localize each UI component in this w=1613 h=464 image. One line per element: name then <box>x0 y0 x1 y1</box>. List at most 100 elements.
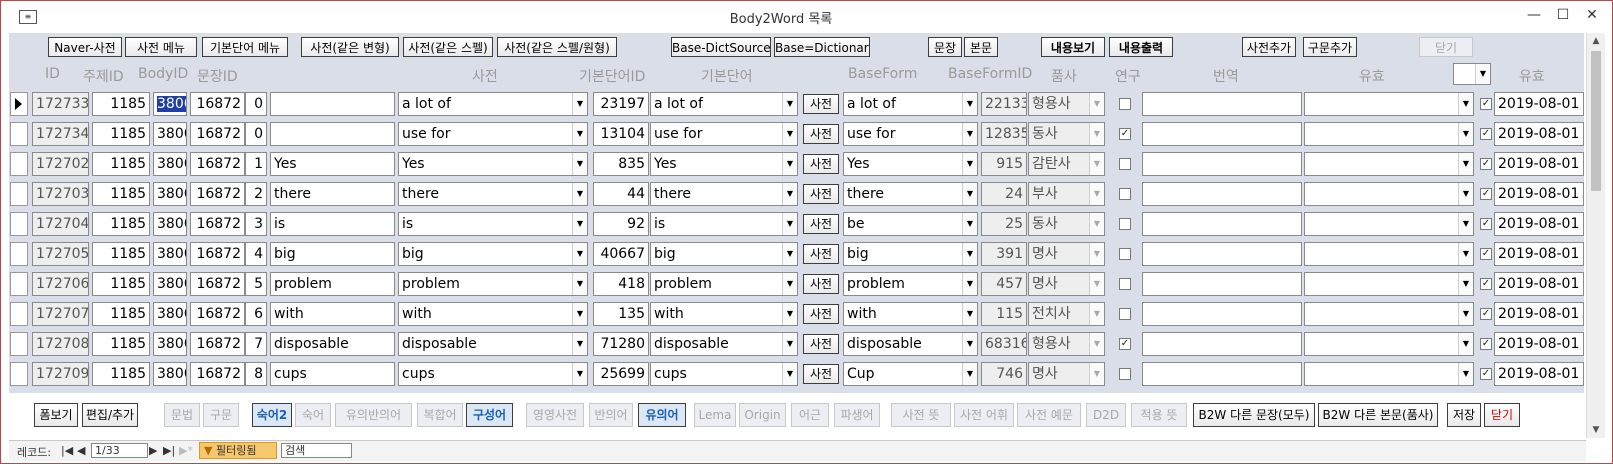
dropdown-arrow-icon[interactable]: ▼ <box>962 183 977 205</box>
topic-id-field[interactable]: 1185 <box>92 242 150 266</box>
scroll-thumb[interactable] <box>1591 51 1601 191</box>
body-id-field[interactable]: 3806 <box>153 302 187 326</box>
valid-checkbox[interactable]: ✓ <box>1480 368 1492 380</box>
study-checkbox[interactable] <box>1119 188 1131 200</box>
row-dict-button[interactable]: 사전 <box>803 94 839 114</box>
record-selector[interactable] <box>10 362 28 386</box>
word-index-field[interactable]: 2 <box>245 182 267 206</box>
dict-combo[interactable]: Yes ▼ <box>398 152 588 176</box>
dropdown-arrow-icon[interactable]: ▼ <box>1458 273 1473 295</box>
dict-same-spell-origin-button[interactable]: 사전(같은 스펠/원형) <box>497 37 617 57</box>
baseform-id-field[interactable]: 115 <box>981 302 1027 326</box>
topic-id-field[interactable]: 1185 <box>92 212 150 236</box>
filter-status[interactable]: ▼ 필터링됨 <box>199 442 277 459</box>
close-window-button[interactable]: ✕ <box>1581 5 1603 25</box>
antonym-button[interactable]: 반의어 <box>589 403 633 427</box>
minimize-button[interactable]: — <box>1523 5 1545 25</box>
record-selector[interactable] <box>10 182 28 206</box>
dropdown-arrow-icon[interactable]: ▼ <box>1089 153 1104 175</box>
study-checkbox[interactable] <box>1119 218 1131 230</box>
valid-combo[interactable]: ▼ <box>1304 272 1474 296</box>
valid-combo[interactable]: ▼ <box>1304 122 1474 146</box>
pos-combo[interactable]: 감탄사 ▼ <box>1028 152 1105 176</box>
dropdown-arrow-icon[interactable]: ▼ <box>1458 333 1473 355</box>
dropdown-arrow-icon[interactable]: ▼ <box>572 303 587 325</box>
dropdown-arrow-icon[interactable]: ▼ <box>962 153 977 175</box>
dict-add-button[interactable]: 사전추가 <box>1242 37 1296 57</box>
dict-example-button[interactable]: 사전 예문 <box>1017 403 1081 427</box>
base-word-combo[interactable]: use for ▼ <box>650 122 798 146</box>
baseform-id-field[interactable]: 22133 <box>981 92 1027 116</box>
study-checkbox[interactable] <box>1119 158 1131 170</box>
row-dict-button[interactable]: 사전 <box>803 364 839 384</box>
row-dict-button[interactable]: 사전 <box>803 334 839 354</box>
baseform-id-field[interactable]: 391 <box>981 242 1027 266</box>
dropdown-arrow-icon[interactable]: ▼ <box>1089 303 1104 325</box>
word-index-field[interactable]: 4 <box>245 242 267 266</box>
base-word-id-field[interactable]: 135 <box>593 302 649 326</box>
synonym-button[interactable]: 유의어 <box>638 403 686 427</box>
pos-combo[interactable]: 명사 ▼ <box>1028 362 1105 386</box>
root-button[interactable]: 어근 <box>791 403 829 427</box>
dropdown-arrow-icon[interactable]: ▼ <box>1458 213 1473 235</box>
save-button[interactable]: 저장 <box>1447 403 1481 427</box>
pos-combo[interactable]: 명사 ▼ <box>1028 242 1105 266</box>
id-field[interactable]: 172709 <box>32 362 89 386</box>
word-field[interactable]: with <box>270 302 395 326</box>
study-checkbox[interactable] <box>1119 308 1131 320</box>
sentence-id-field[interactable]: 16872 <box>190 212 245 236</box>
valid-combo[interactable]: ▼ <box>1304 302 1474 326</box>
base-word-combo[interactable]: with ▼ <box>650 302 798 326</box>
eng-eng-dict-button[interactable]: 영영사전 <box>526 403 584 427</box>
idiom2-button[interactable]: 숙어2 <box>252 403 292 427</box>
content-print-button[interactable]: 내용출력 <box>1109 37 1173 57</box>
pos-combo[interactable]: 형용사 ▼ <box>1028 92 1105 116</box>
baseform-id-field[interactable]: 746 <box>981 362 1027 386</box>
word-field[interactable] <box>270 92 395 116</box>
valid-combo[interactable]: ▼ <box>1304 92 1474 116</box>
word-field[interactable]: there <box>270 182 395 206</box>
baseform-combo[interactable]: with ▼ <box>843 302 978 326</box>
body-id-field[interactable]: 3806 <box>153 122 187 146</box>
phrase-add-button[interactable]: 구문추가 <box>1303 37 1357 57</box>
pos-combo[interactable]: 부사 ▼ <box>1028 182 1105 206</box>
dropdown-arrow-icon[interactable]: ▼ <box>572 363 587 385</box>
row-dict-button[interactable]: 사전 <box>803 154 839 174</box>
dict-combo[interactable]: disposable ▼ <box>398 332 588 356</box>
row-dict-button[interactable]: 사전 <box>803 184 839 204</box>
topic-id-field[interactable]: 1185 <box>92 332 150 356</box>
translation-field[interactable] <box>1142 152 1302 176</box>
vertical-scrollbar[interactable]: ▲ ▼ <box>1586 33 1605 438</box>
scroll-up-icon[interactable]: ▲ <box>1587 33 1605 49</box>
valid-combo[interactable]: ▼ <box>1304 152 1474 176</box>
applied-meaning-button[interactable]: 적용 뜻 <box>1131 403 1187 427</box>
base-word-menu-button[interactable]: 기본단어 메뉴 <box>202 37 288 57</box>
dropdown-arrow-icon[interactable]: ▼ <box>782 183 797 205</box>
base-word-id-field[interactable]: 418 <box>593 272 649 296</box>
dict-combo[interactable]: cups ▼ <box>398 362 588 386</box>
dropdown-arrow-icon[interactable]: ▼ <box>962 213 977 235</box>
valid-date-field[interactable]: 2019-08-01 <box>1494 152 1584 176</box>
valid-date-field[interactable]: 2019-08-01 <box>1494 122 1584 146</box>
base-dictsource-button[interactable]: Base-DictSource <box>671 37 771 57</box>
dropdown-arrow-icon[interactable]: ▼ <box>1458 93 1473 115</box>
record-selector[interactable] <box>10 92 28 116</box>
dropdown-arrow-icon[interactable]: ▼ <box>782 153 797 175</box>
phrase-button[interactable]: 구문 <box>203 403 239 427</box>
synonym-antonym-button[interactable]: 유의반의어 <box>335 403 412 427</box>
valid-date-field[interactable]: 2019-08-01 <box>1494 92 1584 116</box>
dict-combo[interactable]: big ▼ <box>398 242 588 266</box>
id-field[interactable]: 172707 <box>32 302 89 326</box>
dict-combo[interactable]: problem ▼ <box>398 272 588 296</box>
id-field[interactable]: 172734 <box>32 122 89 146</box>
grammar-button[interactable]: 문법 <box>164 403 200 427</box>
dict-combo[interactable]: use for ▼ <box>398 122 588 146</box>
record-selector[interactable] <box>10 332 28 356</box>
id-field[interactable]: 172704 <box>32 212 89 236</box>
dropdown-arrow-icon[interactable]: ▼ <box>962 123 977 145</box>
sentence-id-field[interactable]: 16872 <box>190 182 245 206</box>
valid-checkbox[interactable]: ✓ <box>1480 98 1492 110</box>
baseform-id-field[interactable]: 25 <box>981 212 1027 236</box>
baseform-id-field[interactable]: 457 <box>981 272 1027 296</box>
id-field[interactable]: 172733 <box>32 92 89 116</box>
